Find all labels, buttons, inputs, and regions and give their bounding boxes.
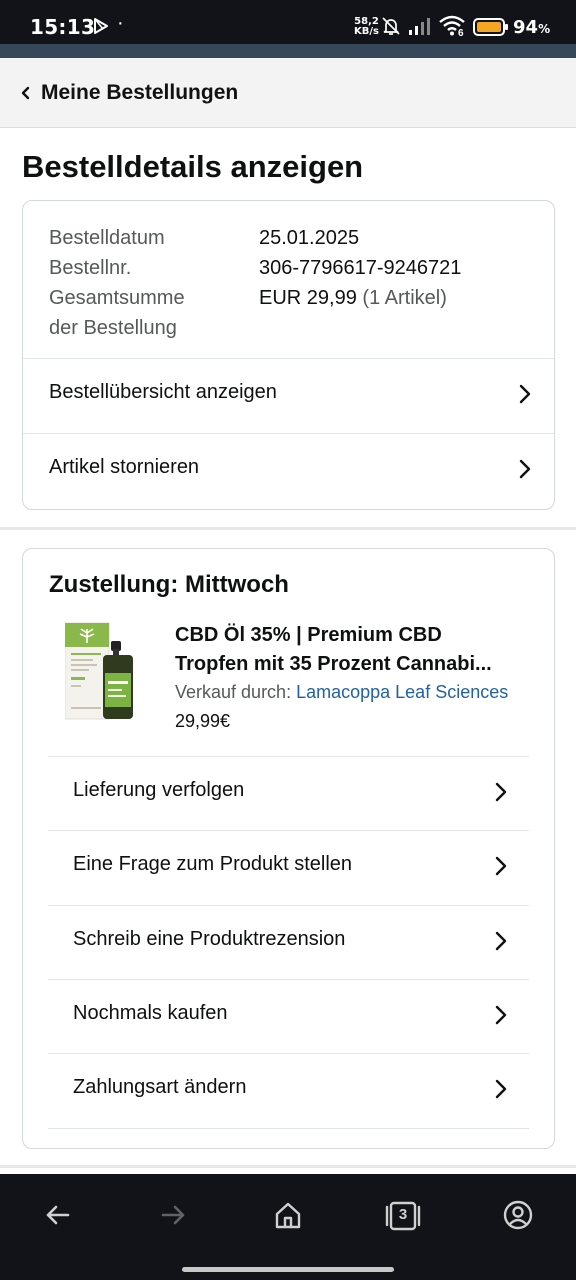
account-icon[interactable] [503,1200,533,1230]
write-review-label: Schreib eine Produktrezension [73,928,346,950]
seller-link[interactable]: Lamacoppa Leaf Sciences [296,682,508,702]
back-arrow-icon[interactable] [43,1200,73,1230]
product-title-line2: Tropfen mit 35 Prozent Cannabi... [175,653,492,675]
back-link-label: Meine Bestellungen [41,81,239,104]
chevron-left-icon [21,86,30,100]
home-icon[interactable] [273,1200,303,1230]
write-review-row[interactable]: Schreib eine Produktrezension [48,906,529,980]
wifi-badge: 6 [458,28,464,39]
cancel-items-label: Artikel stornieren [49,456,200,478]
divider [48,1128,529,1129]
view-order-summary-label: Bestellübersicht anzeigen [49,381,277,403]
tabs-button[interactable]: 3 [385,1200,421,1232]
buy-again-row[interactable]: Nochmals kaufen [48,980,529,1054]
seller-info: Verkauf durch: Lamacoppa Leaf Sciences [175,682,508,703]
order-item-count: (1 Artikel) [362,287,447,309]
view-order-summary-row[interactable]: Bestellübersicht anzeigen [23,359,554,434]
forward-arrow-icon[interactable] [158,1200,188,1230]
gesture-bar[interactable] [182,1267,394,1272]
cancel-items-row[interactable]: Artikel stornieren [23,434,554,509]
change-payment-row[interactable]: Zahlungsart ändern [48,1054,529,1128]
seller-prefix: Verkauf durch: [175,682,292,702]
back-to-orders-link[interactable]: Meine Bestellungen [0,58,300,128]
section-divider [0,527,576,530]
delivery-title: Zustellung: Mittwoch [49,571,289,598]
chevron-right-icon [495,856,507,876]
play-store-icon [94,18,108,34]
chevron-right-icon [495,1005,507,1025]
track-package-label: Lieferung verfolgen [73,779,245,801]
chevron-right-icon [519,384,531,404]
order-total-label: Gesamtsumme der Bestellung [49,287,185,339]
change-payment-label: Zahlungsart ändern [73,1076,247,1098]
signal-icon [409,18,430,35]
order-number-label: Bestellnr. [49,257,132,279]
section-divider [0,1165,576,1168]
product-title-link[interactable]: CBD Öl 35% | Premium CBD Tropfen mit 35 … [175,621,535,679]
battery-icon [473,18,508,36]
net-speed-unit: KB/s [354,26,379,37]
status-bar: 15:13 · 58,2 KB/s 6 94% [0,0,576,46]
browser-nav-bar: 3 [0,1174,576,1280]
order-total-amount: EUR 29,99 [259,287,357,309]
page-title: Bestelldetails anzeigen [22,149,364,184]
buy-again-label: Nochmals kaufen [73,1002,228,1024]
product-image[interactable] [65,621,141,725]
notification-dot: · [117,12,124,34]
status-time: 15:13 [30,15,96,39]
ask-product-question-label: Eine Frage zum Produkt stellen [73,853,353,875]
order-total-value: EUR 29,99 (1 Artikel) [259,283,447,313]
chevron-right-icon [495,782,507,802]
chevron-right-icon [495,1079,507,1099]
product-price: 29,99€ [175,711,231,731]
delivery-card: Zustellung: Mittwoch CBD Öl 35% | Premiu… [22,548,555,1149]
track-package-row[interactable]: Lieferung verfolgen [48,757,529,831]
ask-product-question-row[interactable]: Eine Frage zum Produkt stellen [48,831,529,905]
order-summary-card: Bestelldatum 25.01.2025 Bestellnr. 306-7… [22,200,555,510]
mute-bell-icon [382,17,400,35]
product-title-line1: CBD Öl 35% | Premium CBD [175,624,442,646]
order-number-value: 306-7796617-9246721 [259,257,462,279]
chevron-right-icon [495,931,507,951]
accent-strip [0,44,576,58]
chevron-right-icon [519,459,531,479]
battery-percent: 94% [513,17,551,38]
tab-count: 3 [398,1206,408,1223]
header-bar: Meine Bestellungen [0,58,576,128]
order-date-label: Bestelldatum [49,227,165,249]
net-speed: 58,2 KB/s [354,17,379,37]
order-date-value: 25.01.2025 [259,227,360,249]
